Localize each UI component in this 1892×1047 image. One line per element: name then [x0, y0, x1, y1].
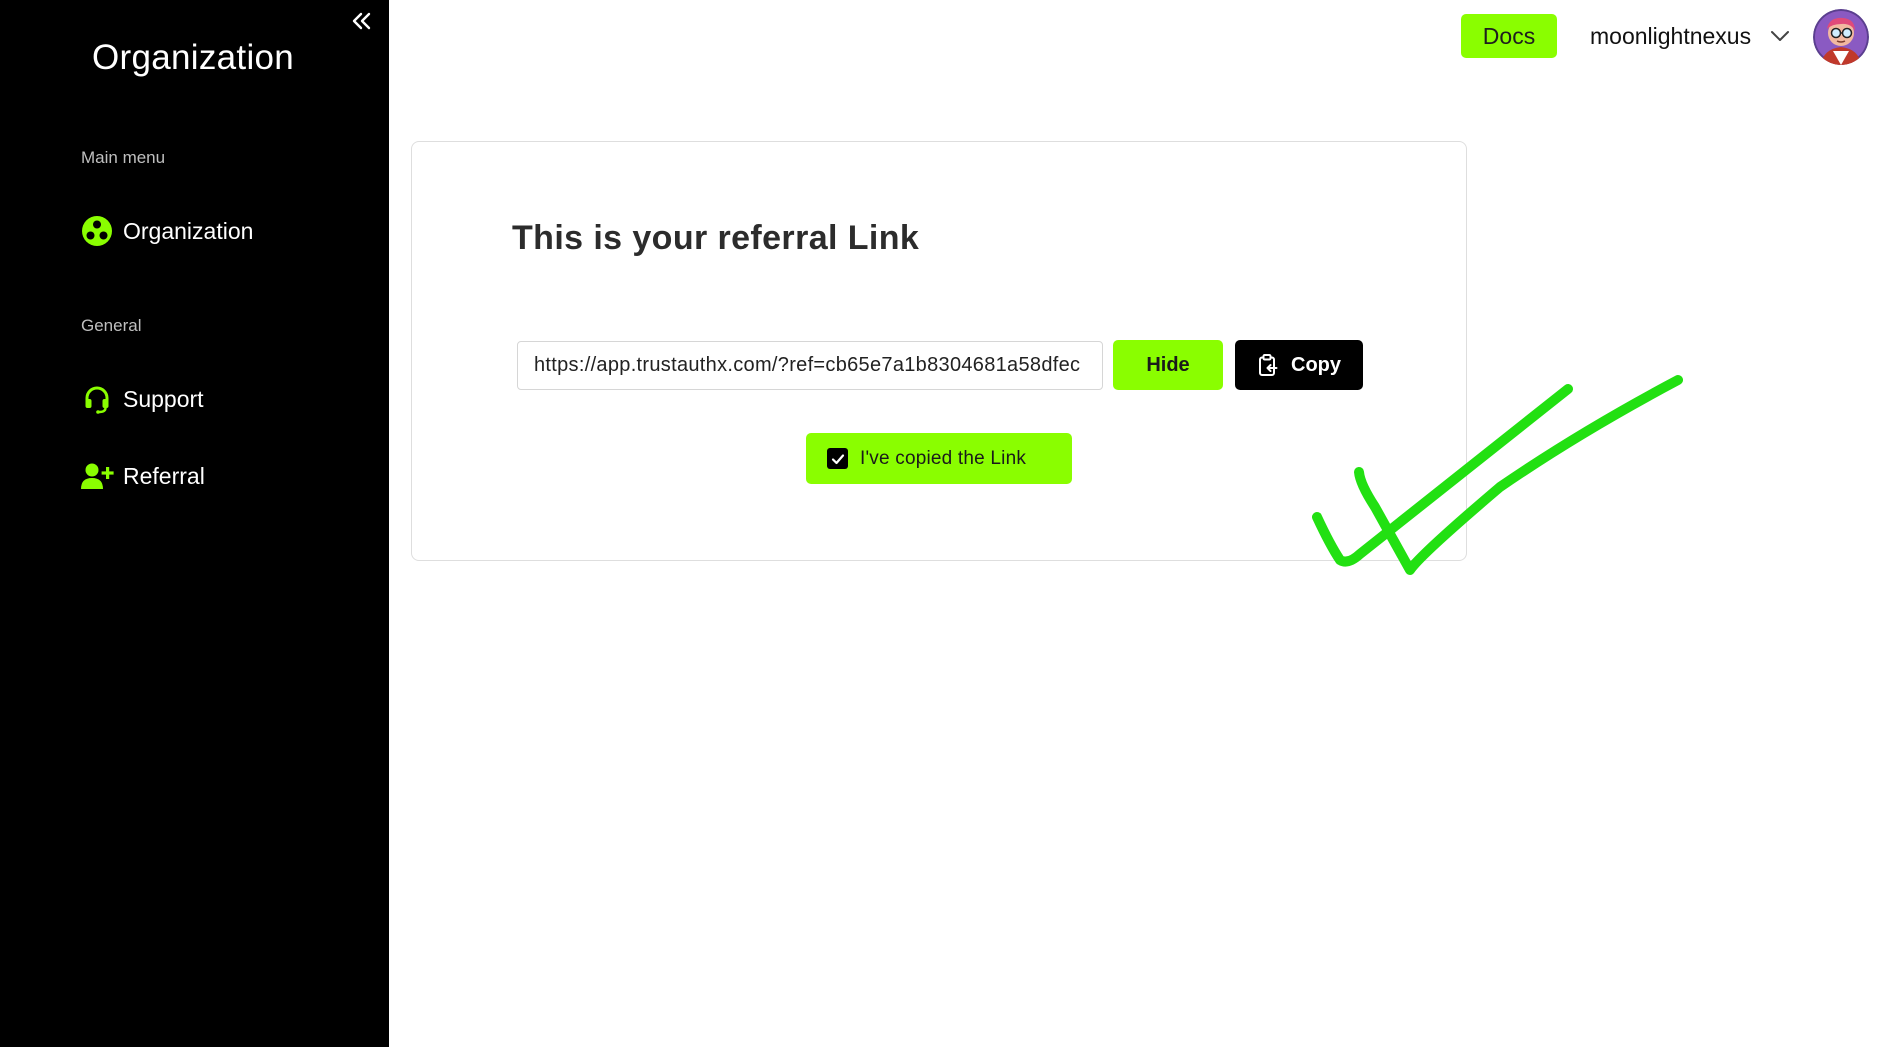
sidebar-item-label: Support [123, 385, 204, 412]
copy-button-label: Copy [1291, 353, 1341, 376]
sidebar-item-label: Referral [123, 462, 205, 489]
sidebar-title: Organization [92, 38, 295, 77]
headset-icon [80, 382, 114, 416]
copied-confirmation-label: I've copied the Link [860, 447, 1027, 469]
docs-button[interactable]: Docs [1461, 14, 1557, 58]
checkbox-checked-icon[interactable] [827, 448, 848, 469]
section-label-general: General [81, 316, 142, 335]
add-user-icon [80, 459, 114, 493]
sidebar: Organization Main menu Organization Gene… [0, 0, 389, 1047]
organization-icon [80, 214, 114, 248]
copy-button[interactable]: Copy [1235, 340, 1363, 390]
clipboard-icon [1257, 353, 1279, 377]
sidebar-item-support[interactable]: Support [80, 380, 204, 418]
hide-button[interactable]: Hide [1113, 340, 1223, 390]
copied-confirmation-button[interactable]: I've copied the Link [806, 433, 1072, 484]
double-chevron-left-icon [352, 12, 371, 30]
collapse-sidebar-button[interactable] [348, 8, 376, 34]
username: moonlightnexus [1590, 22, 1752, 49]
sidebar-item-label: Organization [123, 217, 254, 244]
card-title: This is your referral Link [512, 219, 920, 257]
sidebar-item-organization[interactable]: Organization [80, 212, 253, 250]
referral-link-input[interactable] [517, 341, 1103, 390]
sidebar-item-referral[interactable]: Referral [80, 457, 205, 495]
user-menu[interactable]: moonlightnexus [1590, 14, 1791, 58]
chevron-down-icon [1769, 25, 1791, 47]
referral-card: This is your referral Link Hide Copy I'v… [411, 141, 1467, 561]
avatar[interactable] [1813, 9, 1869, 65]
section-label-main-menu: Main menu [81, 148, 166, 167]
